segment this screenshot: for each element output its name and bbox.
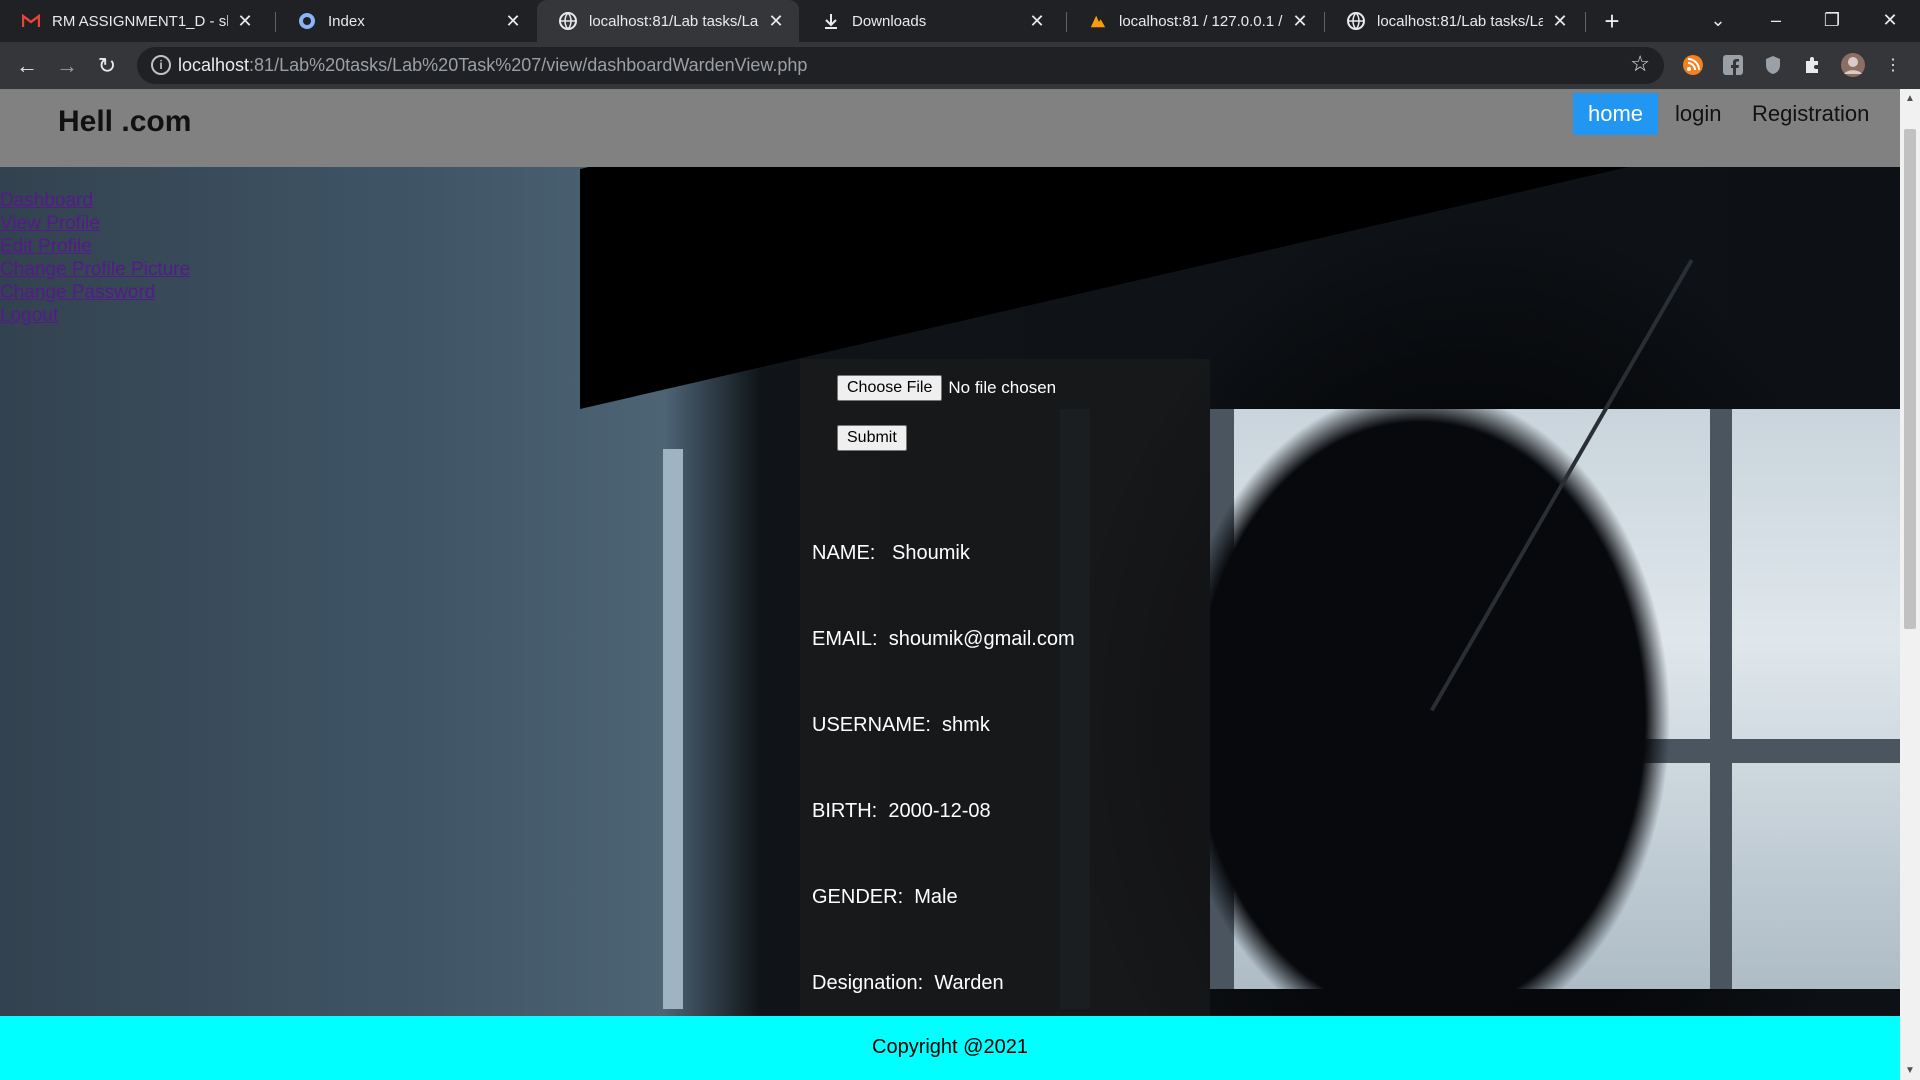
url-text[interactable]: localhost:81/Lab%20tasks/Lab%20Task%207/… [178,55,807,76]
profile-birth: BIRTH: 2000-12-08 [812,800,991,823]
tab-downloads[interactable]: Downloads ✕ [800,0,1060,42]
file-status-text: No file chosen [948,378,1057,397]
gmail-icon [22,12,40,30]
site-footer: Copyright @2021 [0,1016,1900,1080]
field-value: shoumik@gmail.com [888,628,1075,650]
sidebar-link-change-password[interactable]: Change Password [0,281,190,304]
globe-icon [1347,12,1365,30]
field-value: Shoumik [892,542,970,564]
address-bar[interactable]: i localhost:81/Lab%20tasks/Lab%20Task%20… [137,47,1664,84]
download-icon [822,12,840,30]
close-icon[interactable]: ✕ [1551,11,1569,32]
tab-index[interactable]: Index ✕ [276,0,536,42]
page-viewport: Hell .com home login Registration Dashbo… [0,89,1900,1080]
background-silhouette [1160,389,1680,1080]
bookmark-star-icon[interactable]: ☆ [1630,51,1650,77]
tab-strip: RM ASSIGNMENT1_D - sho ✕ Index ✕ localho… [0,0,1920,42]
close-icon[interactable]: ✕ [504,11,522,32]
tab-gmail[interactable]: RM ASSIGNMENT1_D - sho ✕ [0,0,268,42]
forward-icon[interactable]: → [49,48,85,84]
globe-icon [559,12,577,30]
scroll-up-icon[interactable]: ▲ [1905,93,1915,104]
profile-username: USERNAME: shmk [812,714,990,737]
shield-extension-icon[interactable] [1760,52,1786,78]
reload-icon[interactable]: ↻ [89,48,125,84]
nav-home[interactable]: home [1573,93,1659,135]
rss-extension-icon[interactable] [1680,52,1706,78]
sidebar-link-view-profile[interactable]: View Profile [0,212,190,235]
submit-row: Submit [837,425,907,451]
field-value: shmk [942,714,990,736]
close-icon[interactable]: ✕ [1028,11,1046,32]
site-info-icon[interactable]: i [151,55,171,75]
field-value: Male [914,886,958,908]
scroll-down-icon[interactable]: ▼ [1905,1065,1915,1076]
page-scrollbar[interactable]: ▲ ▼ [1900,89,1920,1080]
phpmyadmin-icon [1089,12,1107,30]
close-icon[interactable]: ✕ [767,11,785,32]
tab-phpmyadmin[interactable]: localhost:81 / 127.0.0.1 / w ✕ [1067,0,1323,42]
sidebar-link-edit-profile[interactable]: Edit Profile [0,235,190,258]
file-upload-row: Choose File No file chosen [837,375,1056,401]
nav-login[interactable]: login [1660,93,1736,135]
submit-button[interactable]: Submit [837,425,907,451]
close-icon[interactable]: ✕ [1291,11,1309,32]
field-label: BIRTH: [812,800,878,822]
puzzle-extensions-icon[interactable] [1800,52,1826,78]
browser-toolbar: ← → ↻ i localhost:81/Lab%20tasks/Lab%20T… [0,42,1920,89]
site-header: Hell .com home login Registration [0,89,1900,167]
choose-file-button[interactable]: Choose File [837,375,943,401]
profile-name: NAME: Shoumik [812,542,970,565]
profile-gender: GENDER: Male [812,886,958,909]
new-tab-button[interactable]: + [1597,6,1627,36]
field-value: 2000-12-08 [888,800,991,822]
sidebar-link-dashboard[interactable]: Dashboard [0,189,190,212]
chrome-menu-icon[interactable]: ⋮ [1880,52,1906,78]
tab-localhost[interactable]: localhost:81/Lab tasks/Lab ✕ [1325,0,1583,42]
profile-avatar-icon[interactable] [1840,52,1866,78]
profile-designation: Designation: Warden [812,972,1004,995]
tab-active-dashboard[interactable]: localhost:81/Lab tasks/Lab ✕ [537,0,799,42]
sidebar-links: Dashboard View Profile Edit Profile Chan… [0,189,190,327]
nav-registration[interactable]: Registration [1737,93,1884,135]
sidebar-link-logout[interactable]: Logout [0,304,190,327]
close-icon[interactable]: ✕ [236,11,254,32]
back-icon[interactable]: ← [9,48,45,84]
facebook-extension-icon[interactable] [1720,52,1746,78]
shield-globe-icon [298,12,316,30]
field-label: EMAIL: [812,628,878,650]
field-label: Designation: [812,972,924,994]
footer-copyright: Copyright @2021 [872,1036,1028,1058]
scrollbar-thumb[interactable] [1904,129,1916,629]
restore-icon[interactable]: ❐ [1804,0,1860,42]
field-label: USERNAME: [812,714,931,736]
profile-email: EMAIL: shoumik@gmail.com [812,628,1075,651]
field-label: GENDER: [812,886,904,908]
site-brand: Hell .com [58,105,192,138]
close-window-icon[interactable]: ✕ [1862,0,1918,42]
tab-search-icon[interactable]: ⌄ [1690,0,1746,42]
field-label: NAME: [812,542,876,564]
field-value: Warden [934,972,1004,994]
sidebar-link-change-profile-picture[interactable]: Change Profile Picture [0,258,190,281]
minimize-icon[interactable]: – [1748,0,1804,42]
